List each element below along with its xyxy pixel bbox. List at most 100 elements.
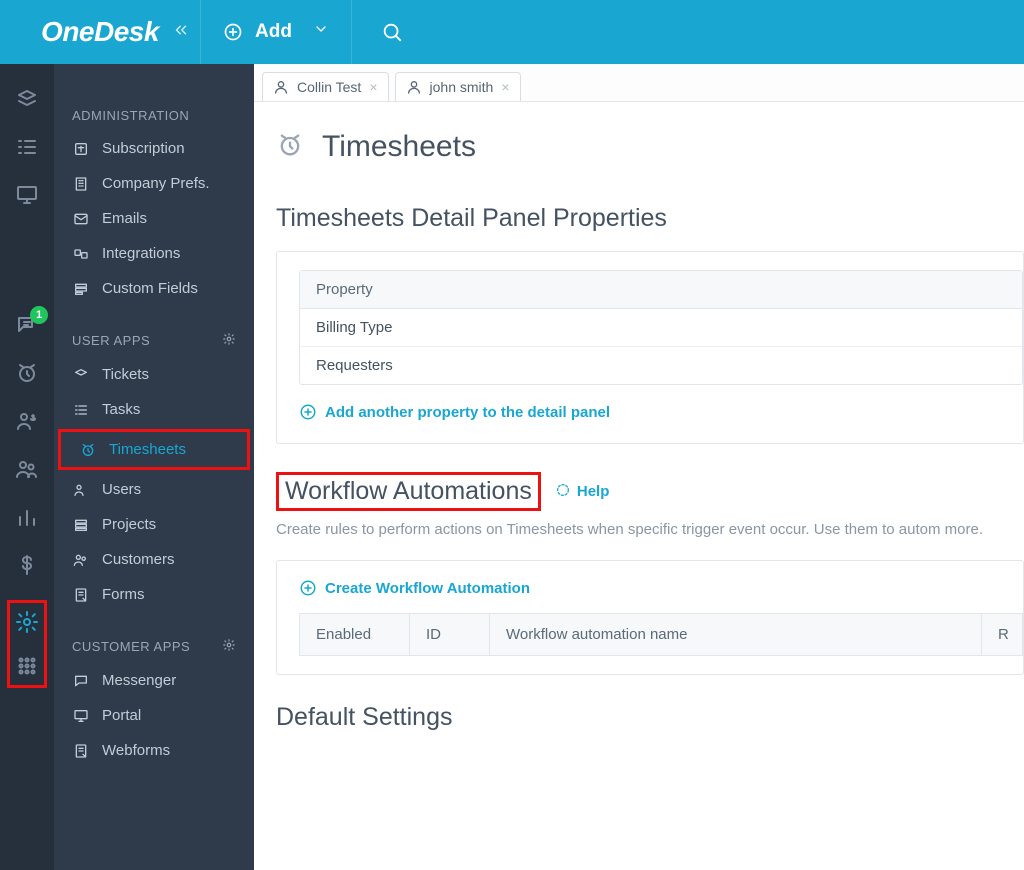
page-title: Timesheets [322, 130, 476, 164]
property-row[interactable]: Requesters [300, 347, 1022, 384]
fields-icon [72, 281, 90, 297]
col-enabled: Enabled [300, 614, 410, 655]
section-label: CUSTOMER APPS [72, 639, 190, 654]
gear-icon [15, 610, 39, 634]
plus-circle-icon [223, 22, 243, 42]
sidebar-item-forms[interactable]: Forms [54, 577, 254, 612]
plus-circle-icon [299, 403, 317, 421]
rail-apps-grid[interactable] [14, 653, 40, 679]
sidebar-item-label: Timesheets [109, 441, 186, 458]
plus-circle-icon [299, 579, 317, 597]
sidebar-item-label: Emails [102, 210, 147, 227]
tab-label: Collin Test [297, 79, 361, 95]
mail-icon [72, 211, 90, 227]
workflow-title-row: Workflow Automations Help [276, 472, 1024, 511]
list-icon [72, 402, 90, 418]
col-name: Workflow automation name [490, 614, 982, 655]
workflow-table-head: Enabled ID Workflow automation name R [299, 613, 1023, 656]
property-header: Property [300, 271, 1022, 309]
rail-financials[interactable] [14, 552, 40, 578]
project-icon [72, 517, 90, 533]
sidebar-item-emails[interactable]: Emails [54, 201, 254, 236]
chevron-double-left-icon [172, 21, 190, 39]
workflow-title-highlight: Workflow Automations [276, 472, 541, 511]
link-label: Create Workflow Automation [325, 580, 530, 597]
sidebar-item-messenger[interactable]: Messenger [54, 663, 254, 698]
people-icon [72, 552, 90, 568]
tab-user[interactable]: john smith × [395, 72, 521, 101]
add-button[interactable]: Add [201, 0, 351, 64]
section-label: USER APPS [72, 333, 150, 348]
rail-analytics[interactable] [14, 504, 40, 530]
gear-icon[interactable] [222, 332, 236, 349]
property-row[interactable]: Billing Type [300, 309, 1022, 347]
ticket-icon [15, 87, 39, 111]
rail-tickets[interactable] [14, 86, 40, 112]
search-button[interactable] [352, 0, 432, 64]
help-label: Help [577, 483, 610, 500]
users-icon [72, 482, 90, 498]
workflow-subtext: Create rules to perform actions on Times… [276, 519, 1024, 540]
grid-icon [15, 654, 39, 678]
sidebar-item-projects[interactable]: Projects [54, 507, 254, 542]
sidebar-item-label: Integrations [102, 245, 180, 262]
rail-users-billing[interactable] [14, 408, 40, 434]
gear-icon[interactable] [222, 638, 236, 655]
main-content: Collin Test × john smith × Timesheets Ti… [254, 64, 1024, 870]
form-icon [72, 587, 90, 603]
close-icon[interactable]: × [501, 79, 509, 95]
sidebar-item-tasks[interactable]: Tasks [54, 392, 254, 427]
default-settings-title: Default Settings [276, 703, 1024, 732]
sidebar-collapse-toggle[interactable] [172, 21, 190, 43]
content-scroll[interactable]: Timesheets Timesheets Detail Panel Prope… [254, 102, 1024, 870]
rail-tasks[interactable] [14, 134, 40, 160]
help-link[interactable]: Help [555, 482, 610, 502]
sidebar-item-label: Projects [102, 516, 156, 533]
avatar-icon [406, 79, 422, 95]
page-title-row: Timesheets [276, 122, 1024, 194]
sidebar-item-label: Webforms [102, 742, 170, 759]
users-money-icon [15, 409, 39, 433]
rail-chat[interactable]: 1 [14, 312, 40, 338]
dollar-icon [15, 553, 39, 577]
detail-properties-title: Timesheets Detail Panel Properties [276, 204, 1024, 233]
rail-settings[interactable] [14, 609, 40, 635]
sidebar-item-label: Users [102, 481, 141, 498]
close-icon[interactable]: × [369, 79, 377, 95]
tab-user[interactable]: Collin Test × [262, 72, 389, 101]
rail-display[interactable] [14, 182, 40, 208]
sidebar-item-label: Portal [102, 707, 141, 724]
sidebar-item-company-prefs[interactable]: Company Prefs. [54, 166, 254, 201]
form-icon [72, 743, 90, 759]
sidebar-item-customers[interactable]: Customers [54, 542, 254, 577]
chat-badge: 1 [30, 306, 48, 324]
section-header-user-apps: USER APPS [54, 324, 254, 357]
rail-customers[interactable] [14, 456, 40, 482]
rail-timesheets[interactable] [14, 360, 40, 386]
create-workflow-link[interactable]: Create Workflow Automation [299, 579, 530, 597]
sidebar-item-users[interactable]: Users [54, 472, 254, 507]
search-icon [381, 21, 403, 43]
col-r: R [982, 614, 1022, 655]
settings-sidebar: ADMINISTRATION Subscription Company Pref… [54, 64, 254, 870]
top-bar: OneDesk Add [0, 0, 1024, 64]
sidebar-item-custom-fields[interactable]: Custom Fields [54, 271, 254, 306]
sidebar-item-webforms[interactable]: Webforms [54, 733, 254, 768]
sidebar-item-tickets[interactable]: Tickets [54, 357, 254, 392]
sidebar-item-portal[interactable]: Portal [54, 698, 254, 733]
subscription-icon [72, 141, 90, 157]
sidebar-item-timesheets[interactable]: Timesheets [61, 432, 247, 467]
alarm-clock-icon [79, 442, 97, 458]
sidebar-item-integrations[interactable]: Integrations [54, 236, 254, 271]
sidebar-item-subscription[interactable]: Subscription [54, 131, 254, 166]
sidebar-item-label: Messenger [102, 672, 176, 689]
monitor-icon [72, 708, 90, 724]
bar-chart-icon [15, 505, 39, 529]
chat-icon [72, 673, 90, 689]
sidebar-item-label: Custom Fields [102, 280, 198, 297]
avatar-icon [273, 79, 289, 95]
logo: OneDesk [41, 16, 159, 48]
add-property-link[interactable]: Add another property to the detail panel [299, 403, 610, 421]
shell: 1 ADMINISTRATION [0, 64, 1024, 870]
sidebar-item-label: Customers [102, 551, 175, 568]
